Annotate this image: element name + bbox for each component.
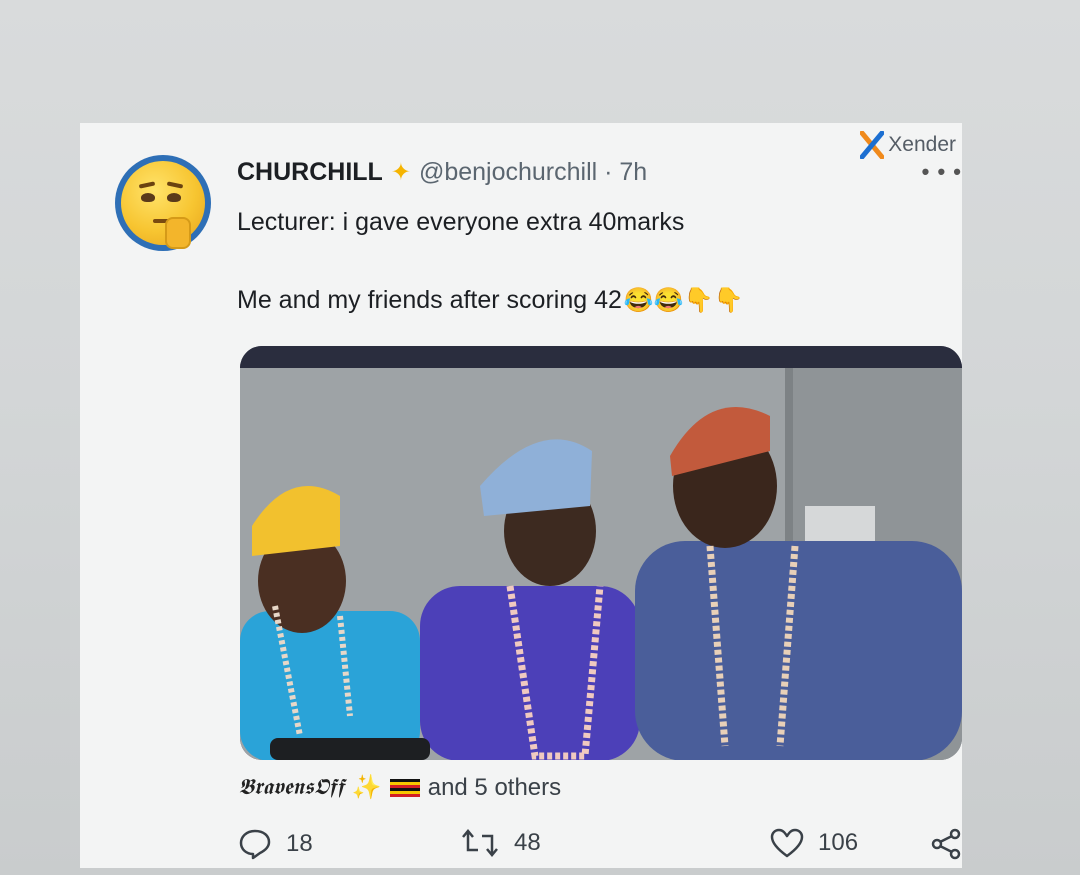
- tweet-media-image[interactable]: [240, 346, 962, 760]
- reply-count: 18: [286, 830, 313, 857]
- share-button[interactable]: [930, 828, 962, 860]
- sparkle-icon: ✦: [390, 159, 411, 186]
- tweet-card: Xender • • • CHURCHILL ✦ @benjochurchill…: [80, 123, 962, 868]
- xender-logo-icon: [859, 130, 885, 160]
- tweet-text-line2-words: Me and my friends after scoring 42: [237, 286, 622, 314]
- reply-button[interactable]: 18: [238, 828, 313, 860]
- handle-and-time: @benjochurchill · 7h: [418, 158, 648, 186]
- retweet-count: 48: [514, 829, 541, 856]
- like-button[interactable]: 106: [770, 828, 858, 858]
- thinking-face-icon: [121, 161, 205, 249]
- xender-watermark: Xender: [859, 130, 956, 160]
- tweet-header: CHURCHILL ✦ @benjochurchill · 7h: [237, 158, 647, 187]
- more-options-icon[interactable]: • • •: [922, 161, 962, 183]
- uganda-flag-icon: [389, 778, 420, 797]
- tweet-emojis: 😂😂👇👇: [623, 287, 744, 314]
- tweet-actions: 18 48 106: [238, 828, 962, 868]
- heart-icon: [770, 828, 804, 858]
- reply-icon: [239, 829, 271, 860]
- tweet-text-line1: Lecturer: i gave everyone extra 40marks: [237, 208, 685, 236]
- retweet-button[interactable]: 48: [460, 828, 541, 858]
- liked-by-row[interactable]: 𝕭𝖗𝖆𝖛𝖊𝖓𝖘𝕺𝖋𝖋 ✨ and 5 others: [238, 773, 561, 802]
- retweet-icon: [462, 829, 498, 857]
- display-name[interactable]: CHURCHILL: [237, 158, 383, 187]
- share-icon: [931, 828, 961, 860]
- liker-name: 𝕭𝖗𝖆𝖛𝖊𝖓𝖘𝕺𝖋𝖋: [238, 775, 344, 800]
- watermark-label: Xender: [888, 133, 956, 156]
- like-count: 106: [818, 829, 859, 856]
- liker-emojis: ✨: [351, 774, 382, 801]
- tweet-text-line2: Me and my friends after scoring 42😂😂👇👇: [237, 286, 743, 315]
- avatar[interactable]: [115, 155, 211, 251]
- liked-by-summary: and 5 others: [427, 773, 562, 801]
